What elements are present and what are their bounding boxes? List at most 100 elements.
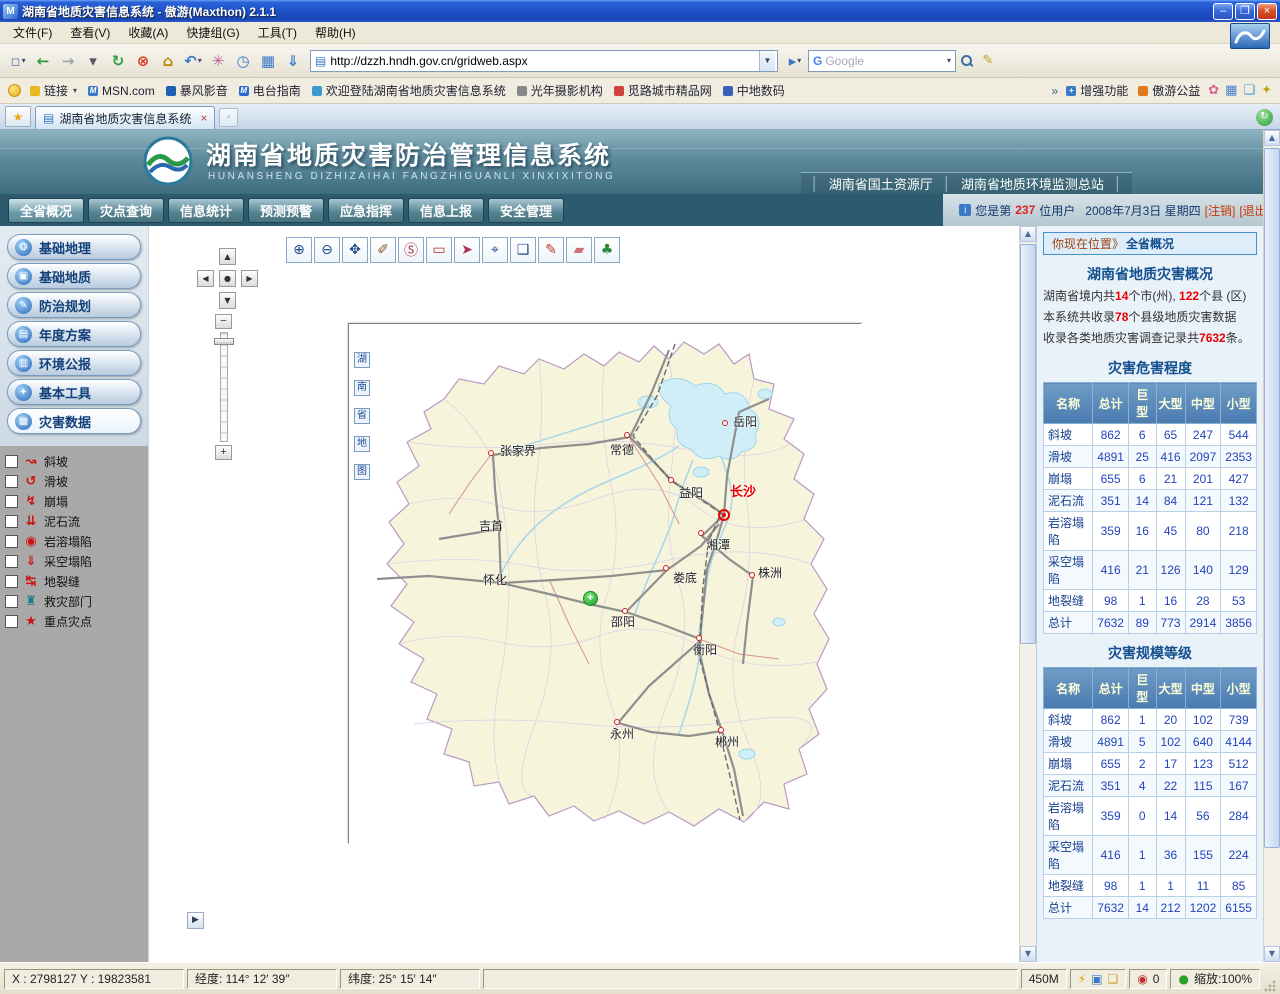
gift-icon[interactable]: ✦ — [1261, 83, 1272, 98]
download-button[interactable]: ⇓ — [281, 48, 305, 74]
menu-item[interactable]: 收藏(A) — [119, 22, 177, 43]
zoom-out-tool[interactable]: ⊖ — [314, 237, 340, 263]
minimize-button[interactable]: – — [1213, 3, 1233, 20]
external-tools-button[interactable]: ✳ — [206, 48, 230, 74]
layer-checkbox[interactable] — [5, 535, 18, 548]
sidebar-button-4[interactable]: ▤年度方案 — [7, 321, 141, 347]
links-right-item[interactable]: 傲游公益 — [1138, 82, 1200, 99]
layer-checkbox[interactable] — [5, 555, 18, 568]
full-extent-tool[interactable]: Ⓢ — [398, 237, 424, 263]
links-overflow-chevron[interactable]: » — [1052, 84, 1059, 98]
frame-scrollbar[interactable]: ▲ ▼ — [1019, 226, 1036, 962]
links-item[interactable]: 欢迎登陆湖南省地质灾害信息系统 — [312, 82, 506, 99]
address-input[interactable] — [330, 54, 759, 68]
layer-checkbox[interactable] — [5, 595, 18, 608]
panel-icon[interactable]: ▦ — [1225, 83, 1237, 98]
maximize-button[interactable]: ❐ — [1235, 3, 1255, 20]
tab-active[interactable]: ▤ 湖南省地质灾害信息系统 × — [35, 106, 215, 129]
measure-tool[interactable]: ✐ — [370, 237, 396, 263]
nav-tab-6[interactable]: 信息上报 — [408, 198, 484, 223]
zoom-out-step-button[interactable]: − — [215, 314, 232, 329]
zoom-slider-track[interactable] — [220, 332, 228, 442]
highlight-button[interactable]: ✎ — [978, 49, 998, 73]
favorites-panel-button[interactable]: ★ — [5, 106, 31, 127]
popup-blocker[interactable]: ◉0 — [1129, 969, 1167, 989]
zoom-in-tool[interactable]: ⊕ — [286, 237, 312, 263]
zoom-window-tool[interactable]: ❑ — [510, 237, 536, 263]
map-layer-button-5[interactable]: 图 — [354, 464, 370, 480]
menu-item[interactable]: 帮助(H) — [306, 22, 365, 43]
nav-tab-1[interactable]: 全省概况 — [8, 198, 84, 223]
zoom-slider-handle[interactable] — [214, 338, 234, 345]
menu-item[interactable]: 工具(T) — [249, 22, 306, 43]
sidebar-button-1[interactable]: ❂基础地理 — [7, 234, 141, 260]
map-hscroll-right-button[interactable]: ▶ — [187, 912, 204, 929]
menu-item[interactable]: 文件(F) — [4, 22, 61, 43]
map-canvas[interactable]: 湖南省地图 张家界常德岳阳益阳长沙吉首湘潭株洲怀化娄底邵阳衡阳永州郴州 + — [348, 323, 861, 843]
identify-tool[interactable]: ⌖ — [482, 237, 508, 263]
nav-tab-2[interactable]: 灾点查询 — [88, 198, 164, 223]
tab-close-icon[interactable]: × — [200, 111, 207, 125]
refresh-all-icon[interactable]: ↻ — [1256, 109, 1273, 126]
map-layer-button-1[interactable]: 湖 — [354, 352, 370, 368]
scrollbar-thumb[interactable] — [1020, 244, 1036, 644]
pan-east-button[interactable]: ▶ — [241, 270, 258, 287]
links-item[interactable]: 暴风影音 — [166, 82, 228, 99]
stop-button[interactable]: ⊗ — [131, 48, 155, 74]
go-button[interactable]: ▸▾ — [783, 48, 807, 74]
resize-grip[interactable] — [1263, 979, 1276, 992]
favorites-ball-icon[interactable] — [8, 84, 21, 97]
history-timer-button[interactable]: ◷ — [231, 48, 255, 74]
sidebar-button-7[interactable]: ▦灾害数据 — [7, 408, 141, 434]
pan-tool[interactable]: ✥ — [342, 237, 368, 263]
zoom-in-step-button[interactable]: + — [215, 445, 232, 460]
undo-button[interactable]: ↶▾ — [181, 48, 205, 74]
map-layer-button-3[interactable]: 省 — [354, 408, 370, 424]
nav-tab-4[interactable]: 预测预警 — [248, 198, 324, 223]
zoom-control[interactable]: ●缩放:100% — [1170, 969, 1260, 989]
scroll-down-icon[interactable]: ▼ — [1020, 946, 1036, 962]
new-page-button[interactable]: ▫▾ — [6, 48, 30, 74]
scroll-up-icon[interactable]: ▲ — [1264, 130, 1280, 146]
nav-tab-5[interactable]: 应急指挥 — [328, 198, 404, 223]
layer-checkbox[interactable] — [5, 515, 18, 528]
links-item[interactable]: M电台指南 — [239, 82, 301, 99]
scroll-down-icon[interactable]: ▼ — [1264, 946, 1280, 962]
feed-icon[interactable]: ❏ — [1243, 83, 1255, 98]
sidebar-button-5[interactable]: ▥环境公报 — [7, 350, 141, 376]
links-right-item[interactable]: +增强功能 — [1066, 82, 1128, 99]
links-item[interactable]: 中地数码 — [723, 82, 785, 99]
pan-south-button[interactable]: ▼ — [219, 292, 236, 309]
logout-link[interactable]: [注销] — [1205, 202, 1236, 219]
links-item[interactable]: 觅路城市精品网 — [614, 82, 712, 99]
scrollbar-thumb[interactable] — [1264, 148, 1280, 848]
refresh-button[interactable]: ↻ — [106, 48, 130, 74]
back-button[interactable]: ← — [31, 48, 55, 74]
history-dropdown-button[interactable]: ▾ — [81, 48, 105, 74]
clear-tool[interactable]: ▰ — [566, 237, 592, 263]
pan-west-button[interactable]: ◀ — [197, 270, 214, 287]
mark-point-tool[interactable]: ✎ — [538, 237, 564, 263]
new-tab-button[interactable]: ▫ — [219, 108, 238, 127]
select-arrow-tool[interactable]: ➤ — [454, 237, 480, 263]
sidebar-button-2[interactable]: ▣基础地质 — [7, 263, 141, 289]
banner-link-geo-monitoring[interactable]: 湖南省地质环境监测总站 — [961, 174, 1104, 193]
scroll-up-icon[interactable]: ▲ — [1020, 226, 1036, 242]
pan-north-button[interactable]: ▲ — [219, 248, 236, 265]
links-item[interactable]: MMSN.com — [88, 82, 155, 99]
home-button[interactable]: ⌂ — [156, 48, 180, 74]
sidebar-button-6[interactable]: ✦基本工具 — [7, 379, 141, 405]
nav-tab-7[interactable]: 安全管理 — [488, 198, 564, 223]
pan-center-button[interactable]: ● — [219, 270, 236, 287]
layer-checkbox[interactable] — [5, 575, 18, 588]
address-dropdown-icon[interactable]: ▼ — [759, 51, 775, 71]
search-button[interactable] — [957, 49, 977, 73]
layer-checkbox[interactable] — [5, 495, 18, 508]
menu-item[interactable]: 查看(V) — [61, 22, 119, 43]
skin-icon[interactable]: ✿ — [1208, 83, 1219, 98]
sidebar-button-3[interactable]: ✎防治规划 — [7, 292, 141, 318]
banner-link-land-resources[interactable]: 湖南省国土资源厅 — [829, 174, 933, 193]
links-item[interactable]: 链接▾ — [30, 82, 77, 99]
map-layer-button-2[interactable]: 南 — [354, 380, 370, 396]
snap-button[interactable]: ▦ — [256, 48, 280, 74]
